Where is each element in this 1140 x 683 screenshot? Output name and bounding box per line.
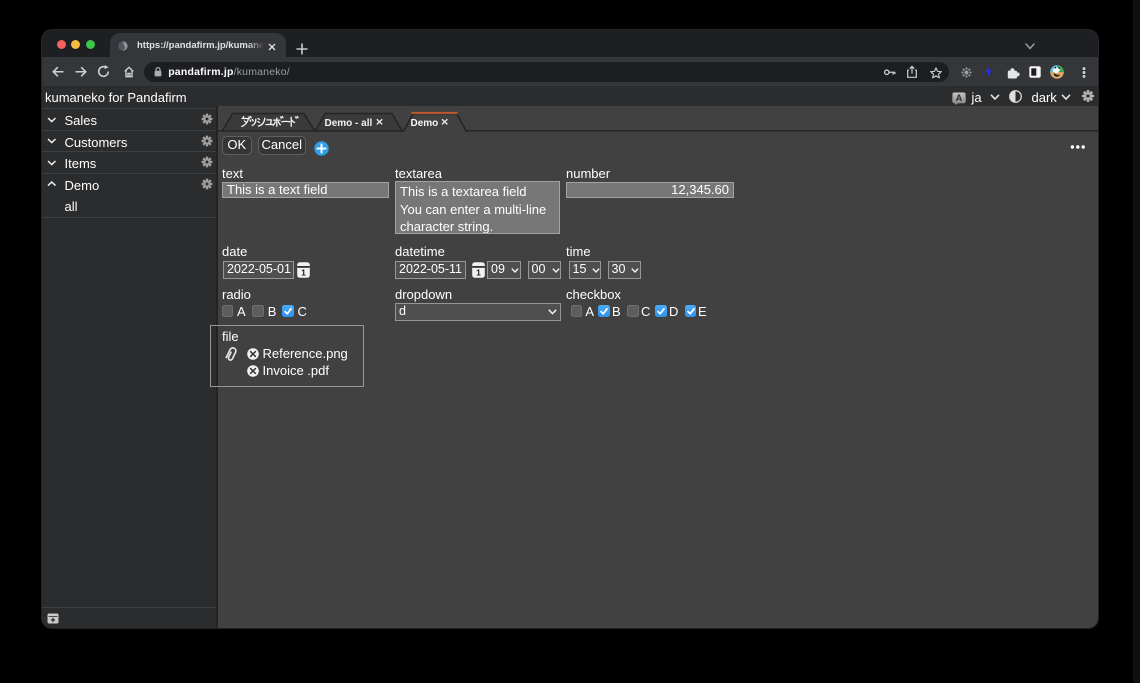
svg-text:A: A bbox=[955, 93, 962, 103]
svg-text:1: 1 bbox=[301, 267, 306, 277]
svg-text:Demo - all: Demo - all bbox=[325, 118, 373, 129]
svg-text:1: 1 bbox=[476, 267, 481, 277]
svg-text:Demo: Demo bbox=[411, 118, 439, 129]
